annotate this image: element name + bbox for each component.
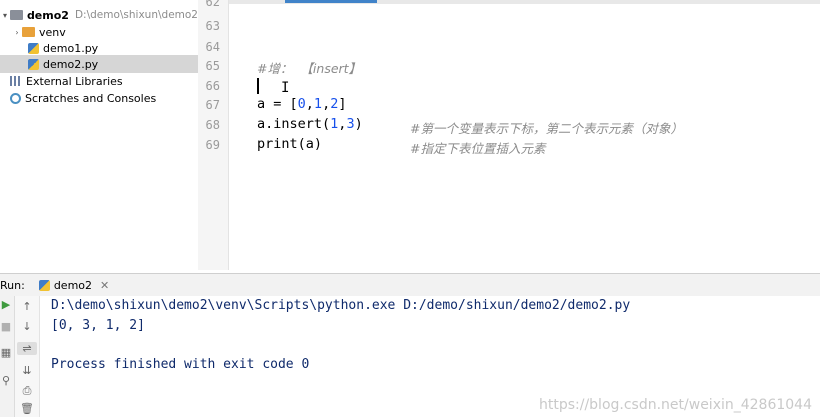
python-file-icon [28,42,39,54]
pin-icon[interactable]: ⚲ [0,374,16,387]
folder-icon [22,27,35,37]
rerun-icon[interactable]: ▶ [0,298,16,311]
console-command: D:\demo\shixun\demo2\venv\Scripts\python… [51,298,631,313]
code-line-67: a = [0,1,2] [257,96,347,112]
close-icon[interactable]: ✕ [100,279,109,292]
arrow-up-icon[interactable]: ↑ [17,300,37,313]
python-file-icon [38,279,50,291]
active-tab-indicator [285,0,377,3]
console-exit-message: Process finished with exit code 0 [51,357,310,372]
library-icon [10,76,22,86]
folder-icon [9,10,23,20]
tree-item-label: demo1.py [43,41,99,55]
tree-item-label: External Libraries [26,74,123,88]
tree-root-demo2[interactable]: ▾ demo2 D:\demo\shixun\demo2 [0,6,198,24]
tree-item-label: venv [39,25,66,39]
run-tab-label: demo2 [53,278,93,292]
chevron-right-icon[interactable]: › [12,28,22,37]
line-number: 69 [205,138,220,152]
soft-wrap-icon[interactable]: ⇌ [17,342,37,355]
code-comment: #增： 【insert】 [257,61,362,76]
scroll-to-end-icon[interactable]: ⇊ [17,364,37,377]
run-panel-header: Run: demo2 ✕ [0,273,820,297]
code-line-69: print(a) [257,136,323,152]
arrow-down-icon[interactable]: ↓ [17,320,37,333]
chevron-down-icon[interactable]: ▾ [0,11,10,20]
run-toolbar-left: ▶ ■ ▦ ⚲ [0,296,15,417]
tree-item-demo2[interactable]: demo2.py [0,55,198,73]
ibeam-cursor-icon: I [281,80,290,96]
watermark: https://blog.csdn.net/weixin_42861044 [538,397,812,413]
run-label: Run: [0,278,25,292]
line-number: 62 [205,0,220,9]
stop-icon[interactable]: ■ [0,320,16,333]
layout-icon[interactable]: ▦ [0,346,16,359]
run-tab-demo2[interactable]: demo2 ✕ [38,278,109,292]
run-toolbar-right: ↑ ↓ ⇌ ⇊ ⎙ 🗑 [15,296,40,417]
code-comment: #指定下表位置插入元素 [410,141,546,156]
scratches-icon [10,92,21,104]
code-comment: #第一个变量表示下标，第二个表示元素（对象） [410,121,683,136]
line-number: 67 [205,98,220,112]
tree-root-path: D:\demo\shixun\demo2 [74,9,198,21]
text-caret [257,78,259,94]
line-number: 66 [205,79,220,93]
line-number: 63 [205,19,220,33]
python-file-icon [28,58,39,70]
tree-item-scratches[interactable]: Scratches and Consoles [0,89,198,107]
tree-item-label: demo2.py [43,57,99,71]
line-number: 68 [205,118,220,132]
console-output: [0, 3, 1, 2] [51,318,145,333]
project-tree: ▾ demo2 D:\demo\shixun\demo2 › venv demo… [0,0,198,270]
tree-root-label: demo2 [26,8,69,22]
tree-item-label: Scratches and Consoles [25,91,157,105]
line-number: 64 [205,40,220,54]
trash-icon[interactable]: 🗑 [17,402,37,415]
print-icon[interactable]: ⎙ [17,384,37,398]
line-number: 65 [205,59,220,73]
code-line-68: a.insert(1,3) [257,116,363,132]
tree-item-external-libraries[interactable]: External Libraries [0,72,198,90]
